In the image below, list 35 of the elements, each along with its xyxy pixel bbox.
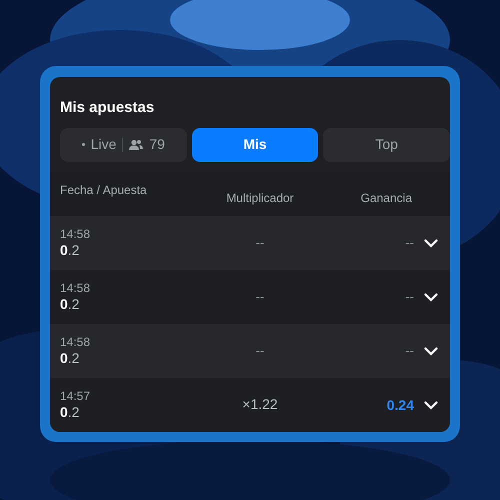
multiplier-value: -- <box>256 235 264 250</box>
bet-amount: 0.2 <box>60 349 80 368</box>
bet-time: 14:58 <box>60 280 92 296</box>
column-header: Multiplicador <box>225 190 295 207</box>
bet-amount: 0.2 <box>60 241 80 260</box>
tab[interactable]: Top <box>323 128 450 162</box>
panel-title: Mis apuestas <box>59 98 156 118</box>
tab-label: Live <box>90 135 116 154</box>
status-dot-icon <box>82 143 85 146</box>
column-header: Fecha / Apuesta <box>60 182 148 199</box>
expand-button[interactable] <box>424 346 438 356</box>
expand-button[interactable] <box>424 238 438 248</box>
users-icon <box>129 138 144 151</box>
user-count: 79 <box>149 135 165 154</box>
payout-value: -- <box>405 342 414 360</box>
bet-amount: 0.2 <box>60 295 80 314</box>
chevron-down-icon <box>424 238 438 248</box>
payout-value: 0.24 <box>386 396 414 414</box>
live-tab[interactable]: Live 79 <box>60 128 187 162</box>
bet-time: 14:58 <box>60 226 92 242</box>
chevron-down-icon <box>424 292 438 302</box>
payout-value: -- <box>405 288 414 306</box>
chevron-down-icon <box>424 400 438 410</box>
multiplier-value: ×1.22 <box>242 396 278 412</box>
chevron-down-icon <box>424 346 438 356</box>
expand-button[interactable] <box>424 292 438 302</box>
column-header: Ganancia <box>360 190 413 207</box>
bet-amount: 0.2 <box>60 403 80 422</box>
bet-time: 14:57 <box>60 388 92 404</box>
payout-value: -- <box>405 234 414 252</box>
multiplier-value: -- <box>256 343 264 358</box>
expand-button[interactable] <box>424 400 438 410</box>
multiplier-value: -- <box>256 289 264 304</box>
bet-time: 14:58 <box>60 334 92 350</box>
tab[interactable]: Mis <box>192 128 318 162</box>
